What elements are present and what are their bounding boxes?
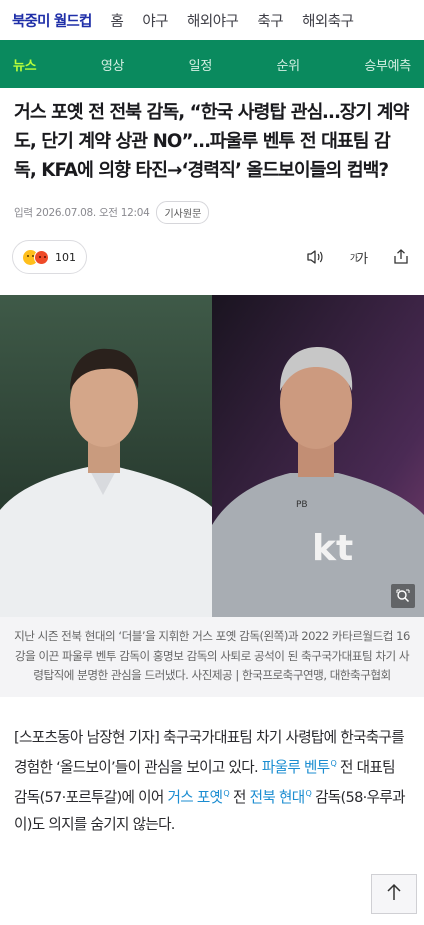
sub-nav-item-video[interactable]: 영상 bbox=[101, 55, 125, 74]
link-gus-poyet[interactable]: 거스 포옛 bbox=[168, 789, 224, 806]
reaction-count: 101 bbox=[55, 250, 76, 264]
link-marker: Q bbox=[330, 759, 337, 768]
top-nav-item-baseball[interactable]: 야구 bbox=[142, 10, 168, 31]
arrow-up-icon bbox=[386, 883, 402, 905]
photo-caption: 지난 시즌 전북 현대의 ‘더블’을 지휘한 거스 포옛 감독(왼쪽)과 202… bbox=[0, 617, 424, 697]
published-date: 입력 2026.07.08. 오전 12:04 bbox=[14, 206, 150, 219]
sub-nav-item-prediction[interactable]: 승부예측 bbox=[364, 55, 411, 74]
shirt-logo: kt bbox=[312, 528, 353, 569]
article-photo[interactable]: PB kt bbox=[0, 295, 424, 617]
original-article-button[interactable]: 기사원문 bbox=[156, 200, 210, 224]
link-paulo-bento[interactable]: 파울루 벤투 bbox=[262, 759, 330, 776]
article-actions: 101 가가 bbox=[0, 229, 424, 285]
sub-nav: 뉴스 영상 일정 순위 승부예측 bbox=[0, 40, 424, 88]
article-meta: 입력 2026.07.08. 오전 12:04 기사원문 bbox=[0, 185, 424, 225]
back-to-top-button[interactable] bbox=[371, 874, 417, 914]
share-icon[interactable] bbox=[390, 246, 412, 268]
top-nav: 북중미 월드컵 홈 야구 해외야구 축구 해외축구 bbox=[0, 0, 424, 40]
magnify-icon[interactable] bbox=[391, 584, 415, 608]
shirt-initials: PB bbox=[296, 500, 308, 510]
top-nav-item-overseas-baseball[interactable]: 해외야구 bbox=[187, 10, 239, 31]
reaction-button[interactable]: 101 bbox=[12, 240, 87, 274]
sub-nav-item-standings[interactable]: 순위 bbox=[276, 55, 300, 74]
speaker-icon[interactable] bbox=[304, 246, 326, 268]
link-marker: Q bbox=[305, 789, 312, 799]
body-text: 전 bbox=[232, 789, 246, 807]
link-marker: Q bbox=[223, 789, 229, 799]
font-size-icon[interactable]: 가가 bbox=[347, 246, 369, 268]
link-jeonbuk[interactable]: 전북 현대 bbox=[250, 789, 306, 806]
top-nav-item-worldcup[interactable]: 북중미 월드컵 bbox=[12, 10, 92, 31]
sub-nav-item-news[interactable]: 뉴스 bbox=[13, 55, 37, 74]
article-body: [스포츠동아 남장현 기자] 축구국가대표팀 차기 사령탑에 한국축구를 경험한… bbox=[0, 697, 424, 839]
top-nav-item-overseas-soccer[interactable]: 해외축구 bbox=[302, 10, 354, 31]
top-nav-item-home[interactable]: 홈 bbox=[111, 10, 124, 31]
top-nav-item-soccer[interactable]: 축구 bbox=[257, 10, 283, 31]
angry-emoji-icon bbox=[34, 249, 49, 265]
sub-nav-item-schedule[interactable]: 일정 bbox=[189, 55, 213, 74]
article-headline: 거스 포옛 전 전북 감독, “한국 사령탑 관심…장기 계약도, 단기 계약 … bbox=[14, 102, 409, 181]
